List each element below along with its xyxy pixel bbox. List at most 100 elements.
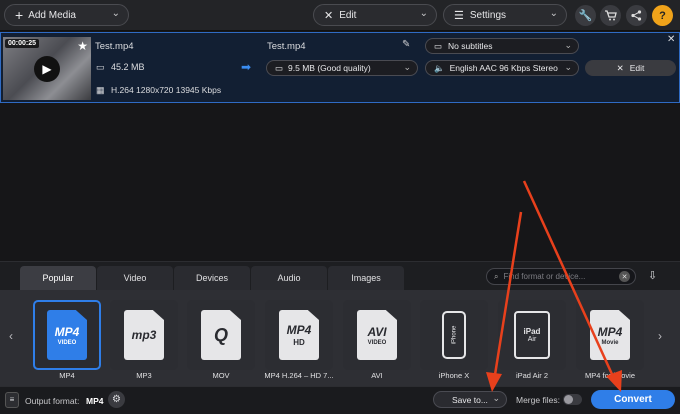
- edit-button[interactable]: ✕ Edit ⌄: [313, 4, 437, 26]
- search-icon: ⌕: [494, 271, 499, 281]
- chevron-down-icon: ⌄: [492, 393, 500, 403]
- format-icon-subtext: HD: [293, 338, 305, 347]
- format-label: iPad Air 2: [515, 371, 549, 380]
- speaker-icon: 🔈: [434, 62, 445, 73]
- output-size-value: 9.5 MB (Good quality): [288, 63, 371, 73]
- cart-icon[interactable]: [600, 5, 621, 26]
- format-mp3[interactable]: mp3: [110, 300, 178, 370]
- mp4-format-icon: MP4 VIDEO: [47, 310, 87, 360]
- mp4-imovie-format-icon: MP4 Movie: [590, 310, 630, 360]
- pencil-icon[interactable]: ✎: [402, 39, 410, 50]
- chevron-down-icon: ⌄: [564, 40, 572, 50]
- file-row[interactable]: 00:00:25 ★ ▶ Test.mp4 ▭ 45.2 MB ▦ H.264 …: [0, 32, 680, 103]
- format-icon-text: MP4: [597, 324, 623, 339]
- format-mov[interactable]: Q: [187, 300, 255, 370]
- subtitles-icon: ▭: [434, 40, 443, 51]
- format-icon-text: MP4: [54, 324, 80, 339]
- settings-sliders-icon: ☰: [454, 9, 464, 22]
- file-edit-label: Edit: [629, 63, 645, 73]
- ipad-device-icon: iPad Air: [514, 311, 550, 359]
- subtitles-select[interactable]: ▭ No subtitles ⌄: [425, 38, 579, 54]
- format-mp4-hd[interactable]: MP4 HD: [265, 300, 333, 370]
- chevron-down-icon: ⌄: [419, 8, 428, 19]
- add-media-label: Add Media: [28, 9, 76, 21]
- share-icon[interactable]: [626, 5, 647, 26]
- clear-icon[interactable]: ✕: [619, 271, 630, 282]
- chevron-down-icon: ⌄: [564, 62, 572, 72]
- output-format-value: MP4: [86, 396, 104, 406]
- source-size: 45.2 MB: [111, 62, 145, 72]
- format-label: AVI: [371, 371, 383, 380]
- file-edit-button[interactable]: ✕ Edit: [585, 60, 676, 76]
- gear-icon[interactable]: ⚙: [108, 391, 125, 408]
- format-icon-text: AVI: [367, 324, 387, 339]
- wrench-icon[interactable]: 🔧: [575, 5, 596, 26]
- file-icon: ▭: [96, 62, 105, 72]
- chevron-right-icon[interactable]: ›: [658, 329, 662, 343]
- output-filename: Test.mp4: [267, 41, 306, 52]
- format-label: MP4 for iMovie: [584, 371, 635, 380]
- edit-tools-icon: ✕: [616, 62, 624, 73]
- format-search[interactable]: ⌕ Find format or device... ✕: [486, 268, 636, 285]
- app-window: + Add Media ⌄ ✕ Edit ⌄ ☰ Settings ⌄ 🔧 ? …: [0, 0, 680, 414]
- edit-label: Edit: [339, 9, 357, 21]
- format-ipad-air-2[interactable]: iPad Air: [498, 300, 566, 370]
- convert-button[interactable]: Convert: [591, 390, 675, 409]
- settings-label: Settings: [469, 9, 507, 21]
- output-format-label: Output format:: [25, 396, 80, 406]
- save-to-label: Save to...: [452, 394, 488, 405]
- format-label: MP4 H.264 – HD 7...: [264, 371, 334, 380]
- format-mp4[interactable]: MP4 VIDEO: [33, 300, 101, 370]
- format-icon-subtext: Movie: [601, 339, 619, 346]
- help-icon[interactable]: ?: [652, 5, 673, 26]
- chevron-down-icon: ⌄: [549, 8, 558, 19]
- add-media-button[interactable]: + Add Media ⌄: [4, 4, 129, 26]
- drop-area[interactable]: [0, 104, 680, 261]
- format-icon-text: MP4: [286, 323, 312, 337]
- source-info: H.264 1280x720 13945 Kbps: [111, 85, 222, 95]
- list-icon[interactable]: ≡: [5, 392, 19, 408]
- avi-format-icon: AVI VIDEO: [357, 310, 397, 360]
- settings-button[interactable]: ☰ Settings ⌄: [443, 4, 567, 26]
- chevron-left-icon[interactable]: ‹: [9, 329, 13, 343]
- edit-tools-icon: ✕: [324, 9, 334, 22]
- merge-files-label: Merge files:: [516, 395, 560, 405]
- video-thumbnail[interactable]: 00:00:25 ★ ▶: [3, 37, 91, 100]
- tab-popular[interactable]: Popular: [20, 266, 96, 290]
- quicktime-format-icon: Q: [201, 310, 241, 360]
- arrow-icon: ➡: [241, 60, 252, 74]
- tab-label: Devices: [195, 273, 228, 283]
- format-mp4-imovie[interactable]: MP4 Movie: [576, 300, 644, 370]
- film-icon: ▦: [96, 85, 105, 95]
- tab-label: Images: [351, 273, 381, 283]
- format-icon-subtext: VIDEO: [57, 339, 77, 346]
- source-filename: Test.mp4: [95, 41, 134, 52]
- toolbar: + Add Media ⌄ ✕ Edit ⌄ ☰ Settings ⌄ 🔧 ?: [0, 0, 680, 31]
- format-iphone-x[interactable]: iPhone: [420, 300, 488, 370]
- tab-audio[interactable]: Audio: [251, 266, 327, 290]
- tab-devices[interactable]: Devices: [174, 266, 250, 290]
- tab-video[interactable]: Video: [97, 266, 173, 290]
- merge-files-toggle[interactable]: [563, 394, 582, 405]
- chevron-down-icon: ⌄: [403, 62, 411, 72]
- format-icon-text: iPad: [523, 327, 541, 336]
- play-icon[interactable]: ▶: [34, 56, 60, 82]
- output-size-select[interactable]: ▭ 9.5 MB (Good quality) ⌄: [266, 60, 418, 76]
- format-avi[interactable]: AVI VIDEO: [343, 300, 411, 370]
- plus-icon: +: [15, 7, 24, 23]
- tab-label: Audio: [277, 273, 301, 283]
- mp3-format-icon: mp3: [124, 310, 164, 360]
- star-icon[interactable]: ★: [77, 39, 88, 53]
- toggle-knob: [564, 395, 573, 404]
- format-icon-subtext: VIDEO: [367, 339, 387, 346]
- close-icon[interactable]: ✕: [667, 34, 675, 45]
- format-label: MP4: [59, 371, 75, 380]
- chevron-down-icon: ⌄: [111, 8, 120, 19]
- import-icon[interactable]: ⇩: [648, 269, 657, 282]
- duration-badge: 00:00:25: [5, 39, 40, 48]
- tab-images[interactable]: Images: [328, 266, 404, 290]
- file-icon: ▭: [275, 62, 284, 73]
- format-label: iPhone X: [438, 371, 470, 380]
- save-to-select[interactable]: Save to... ⌄: [433, 391, 507, 408]
- audio-select[interactable]: 🔈 English AAC 96 Kbps Stereo ⌄: [425, 60, 579, 76]
